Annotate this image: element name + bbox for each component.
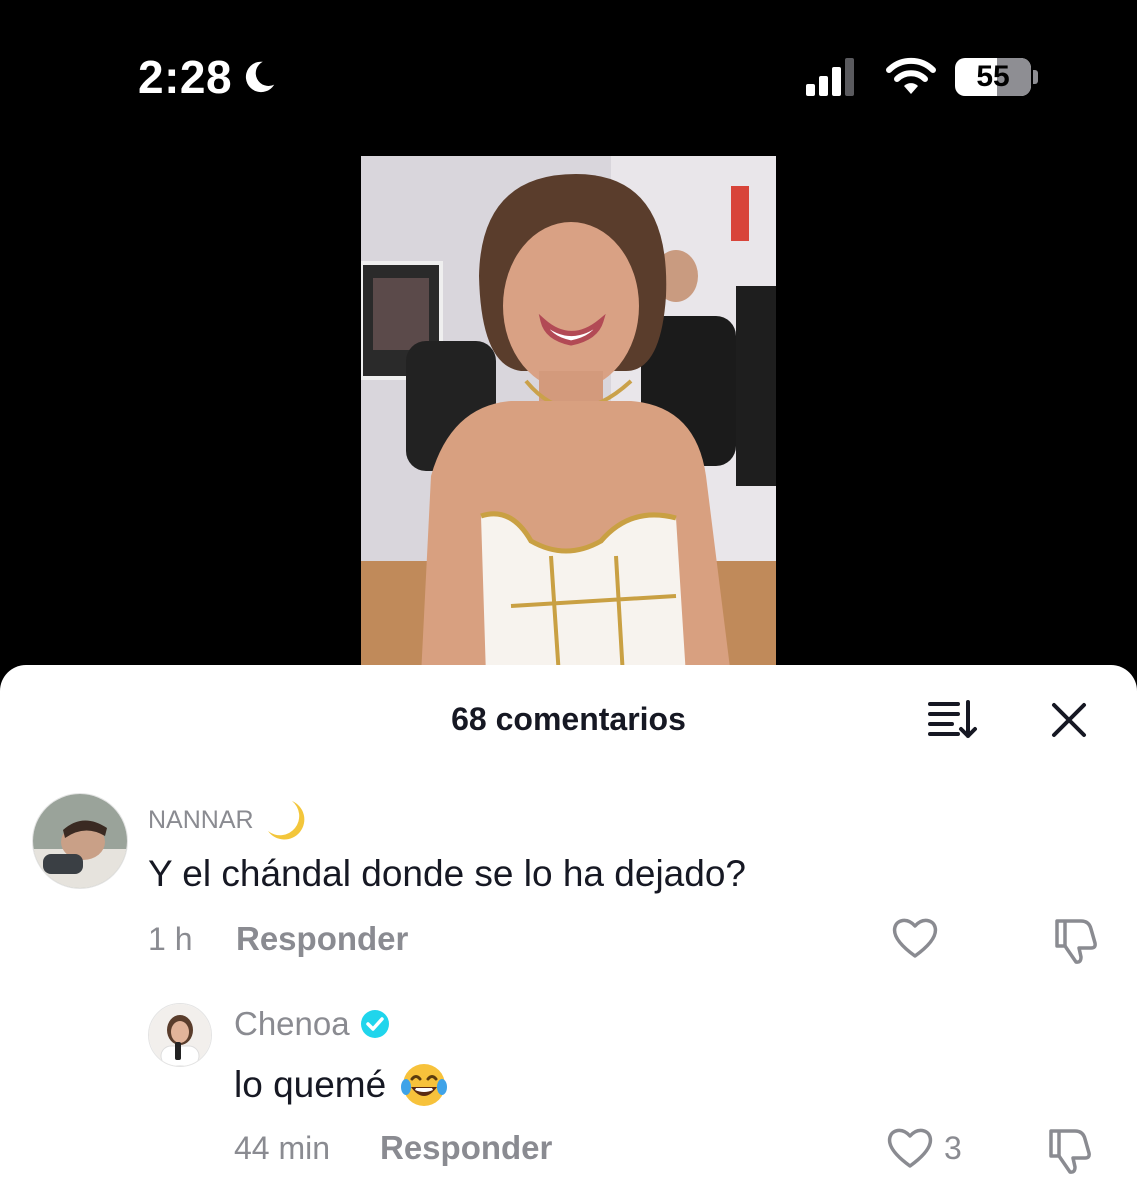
- battery-level: 55: [976, 60, 1010, 93]
- reply-button[interactable]: Responder: [236, 920, 408, 958]
- comment-time: 44 min: [234, 1130, 331, 1166]
- heart-icon[interactable]: [891, 916, 939, 960]
- screen: 2:28 55 68 comentarios NANNAR Y el chánd…: [0, 0, 1137, 1200]
- wifi-icon: [886, 57, 936, 94]
- reply-button[interactable]: Responder: [380, 1129, 552, 1167]
- status-time: 2:28: [138, 50, 278, 104]
- sort-icon[interactable]: [928, 699, 978, 739]
- video-thumbnail[interactable]: [361, 156, 776, 676]
- battery-indicator: 55: [955, 58, 1031, 96]
- comment-time: 1 h: [148, 921, 193, 957]
- moon-icon: [245, 61, 275, 93]
- close-icon[interactable]: [1050, 701, 1088, 739]
- username-label: NANNAR: [148, 805, 254, 834]
- verified-badge-icon: [360, 1010, 389, 1038]
- comment-text: lo quemé: [234, 1061, 448, 1109]
- status-time-label: 2:28: [138, 51, 233, 103]
- cellular-signal-icon: [806, 58, 854, 96]
- comment-username[interactable]: Chenoa: [234, 1005, 390, 1043]
- avatar-chenoa[interactable]: [148, 1003, 212, 1067]
- avatar-image: [149, 1004, 211, 1066]
- comment-username[interactable]: NANNAR: [148, 797, 308, 843]
- heart-icon[interactable]: [886, 1126, 934, 1170]
- comment-text-label: Y el chándal donde se lo ha dejado?: [148, 853, 746, 894]
- dislike-icon[interactable]: [1045, 1127, 1093, 1175]
- laughing-tears-emoji-icon: [401, 1064, 448, 1106]
- username-label: Chenoa: [234, 1005, 350, 1042]
- like-count: 3: [944, 1130, 962, 1166]
- comment-text: Y el chándal donde se lo ha dejado?: [148, 853, 746, 895]
- dislike-icon[interactable]: [1051, 917, 1099, 965]
- comments-sheet: 68 comentarios NANNAR Y el chándal donde…: [0, 665, 1137, 1200]
- avatar-nannar[interactable]: [32, 793, 128, 889]
- comment-text-label: lo quemé: [234, 1064, 387, 1105]
- avatar-image: [33, 794, 127, 888]
- moon-emoji-icon: [267, 801, 304, 840]
- battery-cap: [1033, 70, 1038, 84]
